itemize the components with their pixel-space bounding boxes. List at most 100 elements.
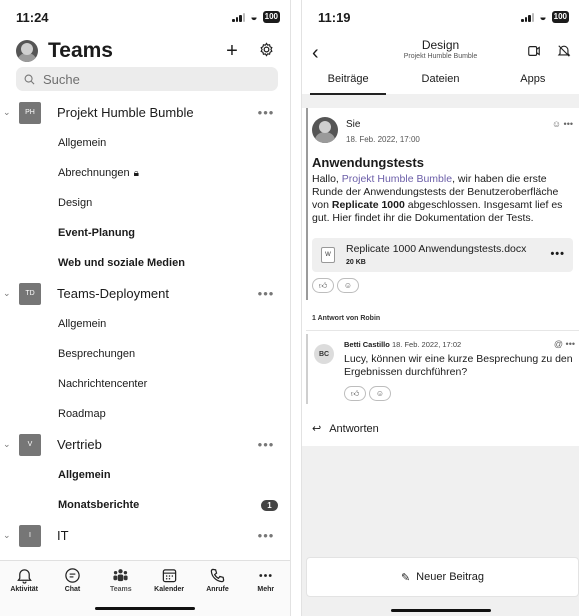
home-indicator[interactable] (95, 607, 195, 610)
page-title: Teams (48, 39, 113, 62)
more-icon[interactable]: ••• (254, 286, 278, 301)
compose-icon: ✎ (400, 571, 411, 584)
post-accent-bar (306, 108, 308, 300)
status-bar: 11:19 ◒ 100 (302, 0, 579, 34)
attachment-size: 20 KB (346, 259, 366, 266)
more-icon[interactable]: ••• (254, 105, 278, 120)
like-icon[interactable]: 👍︎ (344, 386, 366, 401)
avatar[interactable] (312, 117, 338, 143)
reply-count[interactable]: 1 Antwort von Robin (312, 315, 380, 322)
signal-icon (521, 12, 535, 22)
home-indicator[interactable] (390, 609, 491, 612)
bell-icon (16, 569, 32, 584)
teams-list-screen: 11:24 ◒ 100 Teams + Suche ⌄ PH Projekt H… (0, 0, 290, 616)
reaction-add-icon[interactable]: ☺ (552, 119, 561, 129)
reply-header: Betti Castillo 18. Feb. 2022, 17:02 (344, 340, 461, 349)
chevron-down-icon[interactable]: ⌄ (3, 107, 12, 118)
channel-item[interactable]: Allgemein (0, 460, 290, 490)
channel-item[interactable]: Abrechnungen 🔒︎ (0, 158, 290, 188)
more-icon[interactable]: ••• (550, 248, 565, 260)
team-name: Projekt Humble Bumble (57, 105, 194, 120)
tab-teams[interactable]: Teams (97, 567, 145, 593)
file-attachment[interactable]: W Replicate 1000 Anwendungstests.docx 20… (312, 238, 573, 272)
channel-item[interactable]: Design (0, 188, 290, 218)
attachment-name: Replicate 1000 Anwendungstests.docx (346, 243, 527, 255)
chevron-down-icon[interactable]: ⌄ (3, 439, 12, 450)
unread-badge: 1 (261, 499, 278, 511)
add-reaction-icon[interactable]: ☺ (337, 278, 359, 293)
reply-button[interactable]: ↩ Antworten (312, 422, 379, 436)
lock-icon: 🔒︎ (133, 167, 139, 179)
tab-calendar[interactable]: Kalender (145, 567, 193, 593)
status-time: 11:19 (318, 9, 351, 25)
channel-item[interactable]: Roadmap (0, 399, 290, 429)
screen-divider (290, 0, 302, 616)
reply-body: Lucy, können wir eine kurze Besprechung … (344, 353, 573, 378)
new-post-button[interactable]: ✎ Neuer Beitrag (306, 557, 579, 597)
team-row[interactable]: ⌄ TD Teams-Deployment ••• (0, 278, 290, 309)
tab-posts[interactable]: Beiträge (302, 70, 394, 95)
battery-icon: 100 (262, 11, 280, 23)
team-avatar: PH (19, 101, 41, 124)
notifications-off-icon[interactable] (557, 44, 571, 63)
plus-icon[interactable]: + (222, 40, 242, 63)
tab-activity[interactable]: Aktivität (0, 567, 48, 593)
tab-files[interactable]: Dateien (394, 70, 486, 94)
bottom-tab-bar: Aktivität Chat Teams Kalender Anrufe Meh… (0, 560, 290, 616)
tab-apps[interactable]: Apps (487, 70, 579, 94)
search-input[interactable]: Suche (16, 67, 278, 91)
channel-item[interactable]: Allgemein (0, 309, 290, 339)
calendar-icon (162, 569, 176, 583)
status-time: 11:24 (16, 9, 49, 25)
tab-calls[interactable]: Anrufe (193, 567, 241, 593)
team-name: Teams-Deployment (57, 286, 169, 301)
mention-icon[interactable]: @ (554, 339, 563, 349)
tab-more[interactable]: Mehr (242, 567, 290, 593)
channel-item[interactable]: Monatsberichte 1 (0, 490, 290, 520)
word-file-icon: W (321, 247, 335, 263)
post-card: Sie 18. Feb. 2022, 17:00 ☺ ••• Anwendung… (302, 108, 579, 446)
tab-chat[interactable]: Chat (48, 567, 96, 593)
add-reaction-icon[interactable]: ☺ (369, 386, 391, 401)
avatar[interactable]: BC (314, 344, 334, 364)
more-icon[interactable]: ••• (254, 437, 278, 452)
battery-icon: 100 (551, 11, 569, 23)
post-subject: Anwendungstests (312, 155, 424, 170)
phone-icon (210, 568, 225, 583)
meet-now-icon[interactable] (527, 44, 541, 63)
more-icon[interactable]: ••• (254, 528, 278, 543)
team-avatar: I (19, 524, 41, 547)
chevron-down-icon[interactable]: ⌄ (3, 530, 12, 541)
mention[interactable]: Projekt Humble Bumble (342, 173, 452, 185)
more-icon (259, 574, 272, 577)
channel-item[interactable]: Nachrichtencenter (0, 369, 290, 399)
team-name: Vertrieb (57, 437, 102, 452)
channel-item[interactable]: Web und soziale Medien (0, 248, 290, 278)
reaction-row: 👍︎ ☺ (312, 278, 359, 293)
team-row[interactable]: ⌄ V Vertrieb ••• (0, 429, 290, 460)
reply-author: Betti Castillo (344, 340, 390, 349)
chevron-down-icon[interactable]: ⌄ (3, 288, 12, 299)
gear-icon[interactable] (256, 40, 276, 63)
more-icon[interactable]: ••• (564, 119, 573, 129)
channel-item[interactable]: Besprechungen (0, 339, 290, 369)
wifi-icon: ◒ (539, 10, 547, 24)
divider (306, 330, 579, 331)
team-row[interactable]: ⌄ I IT ••• (0, 520, 290, 551)
avatar[interactable] (16, 40, 38, 62)
channel-item[interactable]: Event-Planung (0, 218, 290, 248)
post-tools: ☺ ••• (552, 119, 573, 129)
reaction-row: 👍︎ ☺ (344, 386, 391, 401)
channel-header: ‹ Design Projekt Humble Bumble Beiträge … (302, 34, 579, 95)
like-icon[interactable]: 👍︎ (312, 278, 334, 293)
team-avatar: TD (19, 282, 41, 305)
channel-screen: 11:19 ◒ 100 ‹ Design Projekt Humble Bumb… (302, 0, 579, 616)
team-name: IT (57, 528, 69, 543)
more-icon[interactable]: ••• (566, 339, 575, 349)
reply-accent-bar (306, 334, 308, 404)
team-row[interactable]: ⌄ PH Projekt Humble Bumble ••• (0, 97, 290, 128)
post-body: Hallo, Projekt Humble Bumble, wir haben … (312, 173, 563, 224)
channel-item[interactable]: Allgemein (0, 128, 290, 158)
status-bar: 11:24 ◒ 100 (0, 0, 290, 34)
post-date: 18. Feb. 2022, 17:00 (346, 135, 420, 144)
